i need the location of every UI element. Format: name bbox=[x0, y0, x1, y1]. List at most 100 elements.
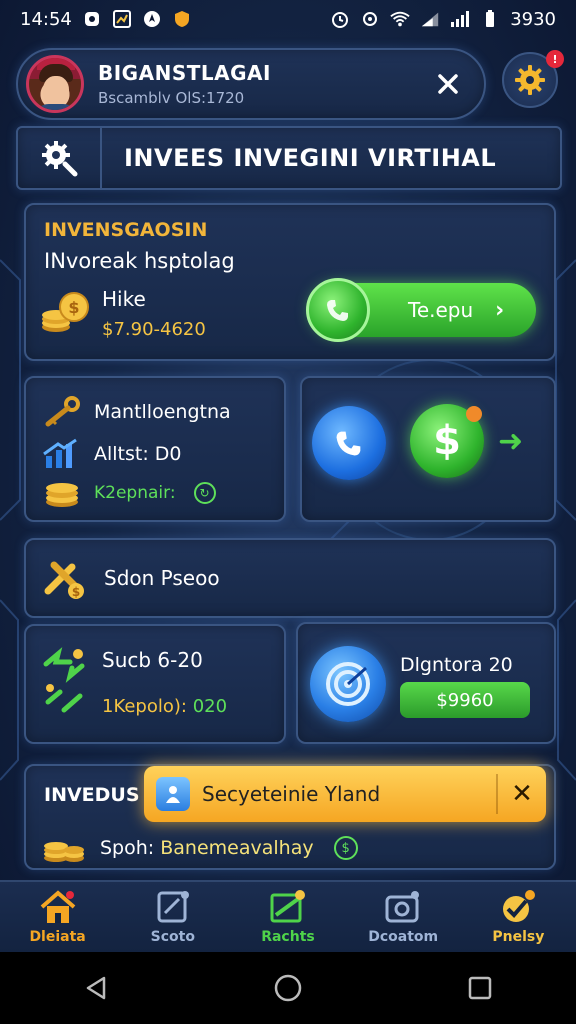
close-button[interactable] bbox=[428, 64, 468, 104]
key-icon bbox=[45, 396, 80, 427]
dollar-icon: $ bbox=[433, 418, 461, 464]
nav-label-badge: Pnelsy bbox=[492, 929, 545, 945]
coin-stack-icon bbox=[46, 483, 78, 507]
signal-icon bbox=[420, 9, 440, 29]
tools-icon: $ bbox=[44, 561, 84, 599]
swap-line-2-value: 020 bbox=[192, 696, 228, 717]
nav-label-camera: Dcoatom bbox=[368, 929, 439, 945]
svg-text:$: $ bbox=[72, 585, 80, 599]
target-card: Dlgntora 20 $9960 bbox=[296, 622, 556, 744]
status-card-text: Sdon Pseoo bbox=[104, 566, 220, 590]
swap-line-2: 1Kepolo): 020 bbox=[102, 696, 227, 717]
chart-status-icon bbox=[112, 9, 132, 29]
swap-arrows-icon bbox=[43, 647, 85, 713]
target-label: Dlgntora 20 bbox=[400, 654, 513, 676]
settings-badge: ! bbox=[546, 50, 564, 68]
nav-label-home: Dleiata bbox=[29, 929, 86, 945]
close-icon bbox=[438, 74, 458, 94]
stats-row-3-text: K2epnair: bbox=[94, 483, 176, 503]
invest-go-label: Te.epu bbox=[408, 298, 474, 322]
home-circle-icon bbox=[274, 974, 302, 1002]
stats-row-2: Alltst: D0 bbox=[42, 438, 182, 470]
dollar-ring-icon[interactable]: $ bbox=[333, 836, 358, 860]
back-button[interactable] bbox=[66, 958, 126, 1018]
profile-name: BIGANSTLAGAI bbox=[98, 61, 271, 85]
invest-item-value: $7.90-4620 bbox=[102, 319, 206, 340]
nav-item-home[interactable]: Dleiata bbox=[8, 889, 108, 945]
invest-go-button[interactable]: Te.epu › bbox=[306, 278, 536, 342]
invest-2-row-value: Banemeavalhay bbox=[160, 837, 314, 859]
invest-card: INVENSGAOSIN INvoreak hsptolag $ Hike $7… bbox=[24, 203, 556, 361]
toast-text: Secyeteinie Yland bbox=[202, 782, 381, 806]
phone-call-icon bbox=[336, 431, 361, 456]
chart-icon bbox=[270, 890, 305, 923]
nav-item-chart[interactable]: Rachts bbox=[238, 889, 338, 945]
nav-label-chart: Rachts bbox=[261, 929, 315, 945]
arrow-right-icon: › bbox=[495, 297, 505, 323]
svg-text:$: $ bbox=[68, 298, 79, 317]
dollar-badge bbox=[466, 406, 482, 422]
actions-card: $ ➜ bbox=[300, 376, 556, 522]
navigation-icon bbox=[142, 9, 162, 29]
home-icon bbox=[40, 890, 75, 923]
call-button[interactable] bbox=[312, 406, 386, 480]
shield-icon bbox=[172, 9, 192, 29]
invest-subtitle: INvoreak hsptolag bbox=[44, 249, 235, 273]
profile-info: BIGANSTLAGAI Bscamblv OlS:1720 bbox=[98, 61, 428, 107]
invest-2-row-label: Spoh: bbox=[100, 837, 161, 859]
status-bar: 14:54 3930 bbox=[0, 0, 576, 38]
stats-card: Mantlloengtna Alltst: D0 K2epnair: ↻ bbox=[24, 376, 286, 522]
refresh-icon[interactable]: ↻ bbox=[193, 482, 216, 504]
stats-row-3: K2epnair: ↻ bbox=[42, 478, 216, 508]
target-button[interactable] bbox=[310, 646, 386, 722]
recents-button[interactable] bbox=[450, 958, 510, 1018]
stats-row-1-text: Mantlloengtna bbox=[94, 401, 231, 423]
toast-app-icon bbox=[156, 777, 190, 811]
stats-row-1: Mantlloengtna bbox=[42, 396, 231, 428]
wifi-icon bbox=[390, 9, 410, 29]
battery-icon bbox=[480, 9, 500, 29]
coins-icon: $ bbox=[40, 289, 96, 341]
dollar-button[interactable]: $ bbox=[410, 404, 484, 478]
gear-icon bbox=[515, 65, 545, 95]
nav-item-badge[interactable]: Pnelsy bbox=[468, 889, 568, 945]
phone-icon bbox=[306, 278, 370, 342]
coin-stack-icon-2 bbox=[44, 842, 84, 862]
invest-2-row: Spoh: Banemeavalhay $ bbox=[42, 832, 358, 864]
avatar[interactable] bbox=[26, 55, 84, 113]
growth-arrows-icon bbox=[43, 438, 77, 468]
arrow-right-green-icon: ➜ bbox=[498, 424, 524, 459]
swap-line-1: Sucb 6-20 bbox=[102, 648, 203, 672]
camera-icon bbox=[385, 891, 420, 923]
status-card: $ Sdon Pseoo bbox=[24, 538, 556, 618]
sync-icon bbox=[360, 9, 380, 29]
stats-row-2-text: Alltst: D0 bbox=[94, 443, 182, 465]
signal-bars-icon bbox=[450, 9, 470, 29]
back-icon bbox=[86, 976, 106, 1000]
title-settings-button[interactable] bbox=[18, 128, 102, 188]
toast-notification: Secyeteinie Yland ✕ bbox=[144, 766, 546, 822]
badge-icon bbox=[503, 890, 536, 922]
status-time: 14:54 bbox=[20, 8, 72, 30]
nav-item-edit[interactable]: Scoto bbox=[123, 889, 223, 945]
recents-icon bbox=[468, 976, 492, 1000]
alarm-icon bbox=[330, 9, 350, 29]
search-gear-icon bbox=[42, 141, 78, 177]
page-title: INVEES INVEGINI VIRTIHAL bbox=[124, 144, 497, 172]
invest-label: INVENSGAOSIN bbox=[44, 219, 208, 241]
nav-item-camera[interactable]: Dcoatom bbox=[353, 889, 453, 945]
target-icon bbox=[326, 662, 370, 706]
nav-label-edit: Scoto bbox=[150, 929, 195, 945]
profile-header: BIGANSTLAGAI Bscamblv OlS:1720 bbox=[16, 48, 486, 120]
bottom-nav: Dleiata Scoto Rachts Dcoatom Pnelsy bbox=[0, 880, 576, 952]
toast-close-button[interactable]: ✕ bbox=[498, 766, 546, 822]
edit-icon bbox=[157, 891, 189, 923]
invest-item-title: Hike bbox=[102, 287, 146, 311]
home-system-button[interactable] bbox=[258, 958, 318, 1018]
invest-2-label: INVEDUS bbox=[44, 784, 140, 806]
notification-icon bbox=[82, 9, 102, 29]
profile-subtitle: Bscamblv OlS:1720 bbox=[98, 89, 245, 107]
system-nav-bar bbox=[0, 952, 576, 1024]
target-amount-button[interactable]: $9960 bbox=[400, 682, 530, 718]
swap-line-2-label: 1Kepolo): bbox=[102, 696, 193, 717]
